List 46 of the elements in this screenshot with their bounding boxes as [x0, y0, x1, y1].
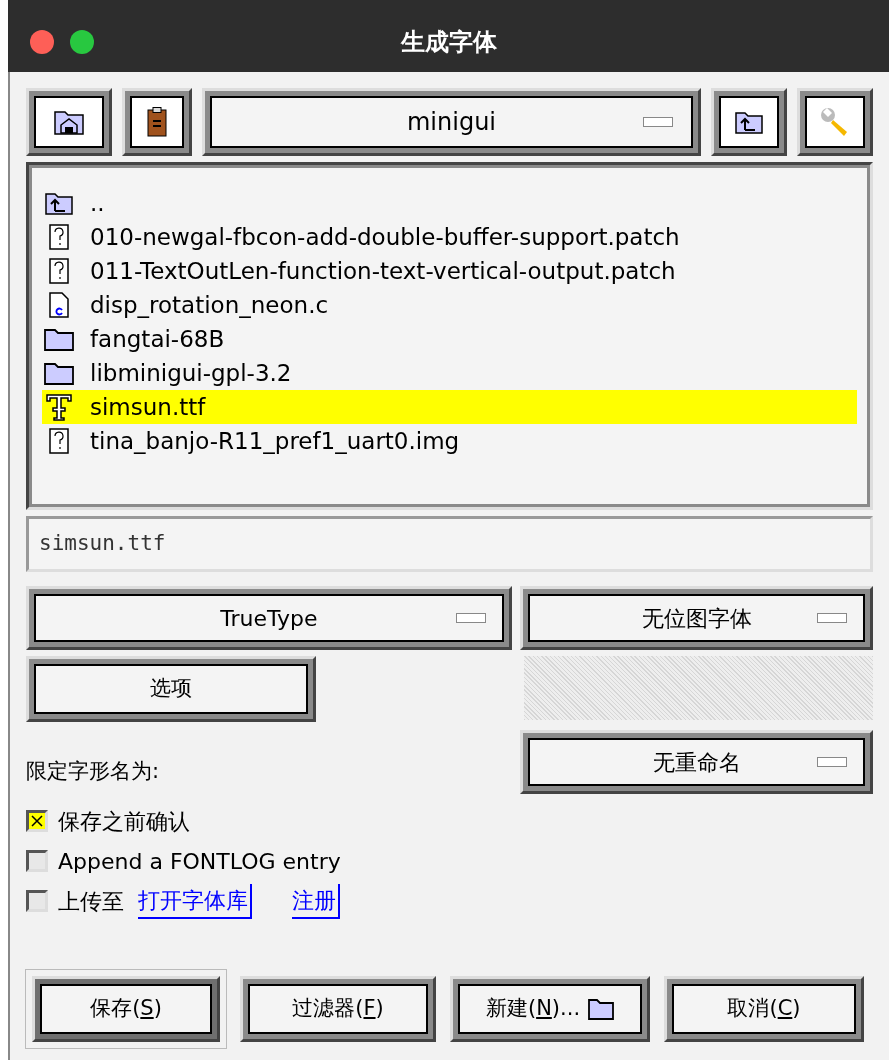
link[interactable]: 打开字体库 — [138, 883, 252, 919]
dialog-button[interactable]: 保存(S) — [32, 976, 220, 1042]
checkbox[interactable] — [26, 850, 48, 872]
checkbox-label: 上传至 — [58, 887, 124, 916]
filename-field[interactable]: simsun.ttf — [26, 516, 873, 572]
home-folder-icon — [54, 109, 84, 135]
file-list-item[interactable]: .. — [42, 186, 857, 220]
file-list-item[interactable]: 010-newgal-fbcon-add-double-buffer-support.patch — [42, 220, 857, 254]
c-source-file-icon — [49, 292, 69, 318]
parent-folder-icon — [735, 110, 763, 134]
folder-icon — [44, 361, 74, 385]
file-list-item[interactable]: disp_rotation_neon.c — [42, 288, 857, 322]
unknown-file-icon — [49, 224, 69, 250]
settings-button[interactable] — [797, 88, 873, 156]
bookmark-button[interactable] — [122, 88, 192, 156]
parent-folder-button[interactable] — [711, 88, 787, 156]
options-button[interactable]: 选项 — [26, 656, 316, 722]
folder-icon — [44, 327, 74, 351]
folder-icon — [588, 998, 615, 1020]
dialog-button[interactable]: 取消(C) — [664, 976, 864, 1042]
font-file-icon — [45, 393, 73, 421]
checkbox[interactable] — [26, 810, 48, 832]
file-list-item[interactable]: tina_banjo-R11_pref1_uart0.img — [42, 424, 857, 458]
checkbox-label: Append a FONTLOG entry — [58, 847, 341, 876]
bitmap-dropdown[interactable]: 无位图字体 — [520, 586, 873, 650]
dialog-button[interactable]: 过滤器(F) — [240, 976, 436, 1042]
format-dropdown[interactable]: TrueType — [26, 586, 512, 650]
unknown-file-icon — [49, 258, 69, 284]
link[interactable]: 注册 — [292, 883, 340, 919]
home-folder-button[interactable] — [26, 88, 112, 156]
cross-mark-icon — [31, 815, 43, 827]
file-list-item[interactable]: libminigui-gpl-3.2 — [42, 356, 857, 390]
close-icon[interactable] — [30, 30, 54, 54]
checkbox[interactable] — [26, 890, 48, 912]
window-title: 生成字体 — [400, 27, 497, 58]
checkbox-label: 保存之前确认 — [58, 807, 190, 836]
file-list-item[interactable]: 011-TextOutLen-function-text-vertical-output.patch — [42, 254, 857, 288]
parent-folder-icon — [45, 191, 73, 215]
file-list-item[interactable]: simsun.ttf — [42, 390, 857, 424]
directory-dropdown[interactable]: minigui — [202, 88, 701, 156]
unknown-file-icon — [49, 428, 69, 454]
maximize-icon[interactable] — [70, 30, 94, 54]
file-list-item[interactable]: fangtai-68B — [42, 322, 857, 356]
dialog-button[interactable]: 新建(N)... — [450, 976, 650, 1042]
glyph-name-label: 限定字形名为: — [26, 758, 161, 786]
rename-dropdown[interactable]: 无重命名 — [520, 730, 873, 794]
